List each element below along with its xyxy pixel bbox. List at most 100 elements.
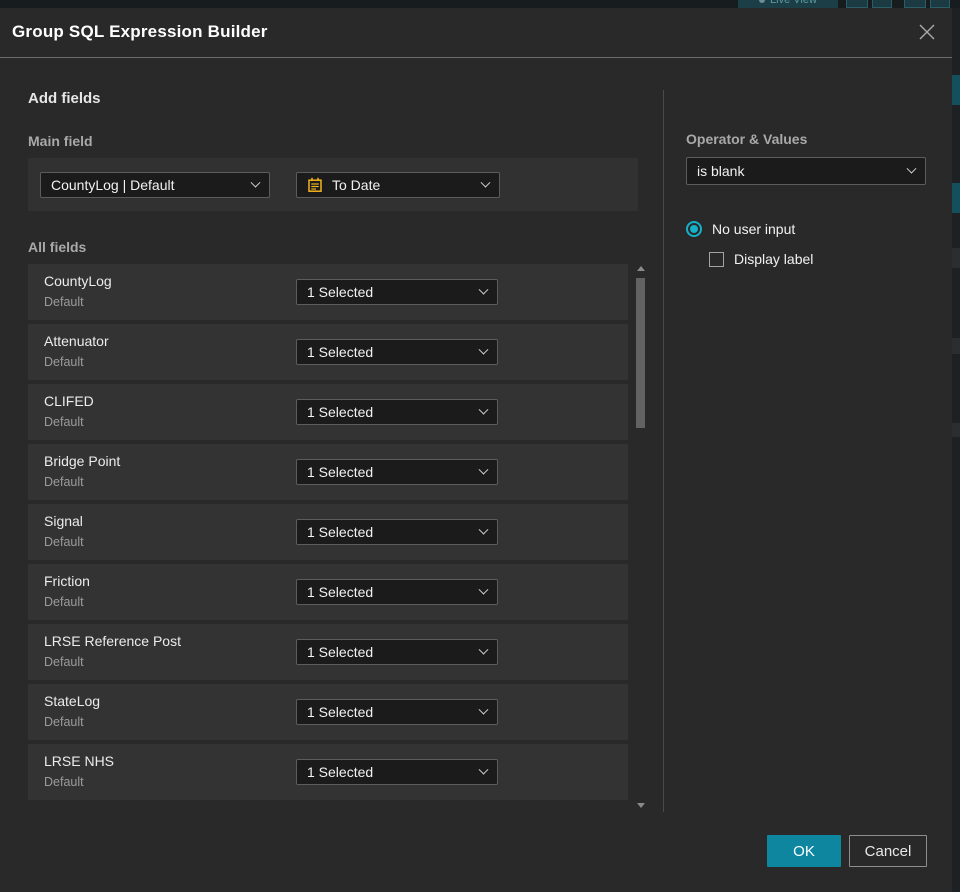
- main-field-select[interactable]: CountyLog | Default: [40, 172, 270, 198]
- field-row-selected-dropdown[interactable]: 1 Selected: [296, 279, 498, 305]
- field-row-selected-dropdown[interactable]: 1 Selected: [296, 639, 498, 665]
- all-fields-list: CountyLog Default 1 Selected Attenuator …: [28, 264, 628, 804]
- field-row-subtitle: Default: [44, 535, 84, 549]
- close-button[interactable]: [914, 19, 940, 45]
- background-app-edge: [952, 8, 960, 892]
- live-view-button[interactable]: Live View: [738, 0, 838, 8]
- main-field-select-value: CountyLog | Default: [51, 177, 175, 193]
- field-row-selected-value: 1 Selected: [307, 464, 374, 480]
- chevron-down-icon: [906, 163, 917, 174]
- calendar-icon: [308, 177, 322, 192]
- field-row-subtitle: Default: [44, 655, 84, 669]
- field-row: CLIFED Default 1 Selected: [28, 384, 628, 440]
- background-accent-block: [952, 183, 960, 213]
- cancel-button[interactable]: Cancel: [849, 835, 927, 867]
- field-row: Signal Default 1 Selected: [28, 504, 628, 560]
- field-row-selected-dropdown[interactable]: 1 Selected: [296, 759, 498, 785]
- field-row-name: CountyLog: [44, 273, 112, 289]
- checkbox-unchecked-icon: [709, 251, 724, 267]
- field-row: Friction Default 1 Selected: [28, 564, 628, 620]
- chevron-down-icon: [478, 764, 489, 775]
- titlebar-separator: [0, 57, 952, 58]
- chevron-down-icon: [480, 177, 491, 188]
- field-row-selected-value: 1 Selected: [307, 344, 374, 360]
- field-row-selected-value: 1 Selected: [307, 644, 374, 660]
- operator-values-label: Operator & Values: [686, 131, 808, 147]
- chevron-down-icon: [478, 524, 489, 535]
- chevron-down-icon: [250, 177, 261, 188]
- display-label-checkbox[interactable]: Display label: [709, 251, 813, 267]
- all-fields-label: All fields: [28, 239, 87, 255]
- field-row: CountyLog Default 1 Selected: [28, 264, 628, 320]
- field-row-subtitle: Default: [44, 295, 84, 309]
- main-field-panel: CountyLog | Default To Date: [28, 158, 638, 211]
- chevron-down-icon: [478, 464, 489, 475]
- scrollbar-up-arrow-icon[interactable]: [637, 266, 645, 271]
- ok-button[interactable]: OK: [767, 835, 841, 867]
- field-row: StateLog Default 1 Selected: [28, 684, 628, 740]
- operator-select-value: is blank: [697, 163, 745, 179]
- dialog-titlebar: Group SQL Expression Builder: [0, 8, 952, 57]
- field-row-selected-dropdown[interactable]: 1 Selected: [296, 459, 498, 485]
- background-accent-block: [952, 423, 960, 437]
- radio-selected-icon: [686, 221, 702, 237]
- dialog-title: Group SQL Expression Builder: [12, 22, 268, 41]
- field-row-selected-dropdown[interactable]: 1 Selected: [296, 579, 498, 605]
- field-row-subtitle: Default: [44, 415, 84, 429]
- close-icon: [919, 24, 935, 40]
- field-row-subtitle: Default: [44, 595, 84, 609]
- field-row-selected-dropdown[interactable]: 1 Selected: [296, 399, 498, 425]
- background-accent-block: [952, 248, 960, 268]
- background-toolbar-button: [846, 0, 868, 8]
- field-row: LRSE Reference Post Default 1 Selected: [28, 624, 628, 680]
- all-fields-scrollbar[interactable]: [635, 262, 647, 810]
- display-label-text: Display label: [734, 251, 814, 267]
- no-user-input-label: No user input: [712, 221, 796, 237]
- main-field-type-select[interactable]: To Date: [296, 172, 500, 198]
- field-row-subtitle: Default: [44, 355, 84, 369]
- field-row-name: CLIFED: [44, 393, 94, 409]
- column-divider: [663, 90, 664, 812]
- field-row-subtitle: Default: [44, 715, 84, 729]
- field-row-subtitle: Default: [44, 775, 84, 789]
- scrollbar-thumb[interactable]: [636, 278, 645, 428]
- field-row: LRSE NHS Default 1 Selected: [28, 744, 628, 800]
- field-row-selected-value: 1 Selected: [307, 524, 374, 540]
- field-row-selected-value: 1 Selected: [307, 584, 374, 600]
- background-toolbar-button: [904, 0, 926, 8]
- field-row: Attenuator Default 1 Selected: [28, 324, 628, 380]
- live-view-label: Live View: [770, 0, 817, 6]
- field-row-name: LRSE Reference Post: [44, 633, 181, 649]
- chevron-down-icon: [478, 584, 489, 595]
- operator-select[interactable]: is blank: [686, 157, 926, 185]
- chevron-down-icon: [478, 644, 489, 655]
- field-row-name: StateLog: [44, 693, 101, 709]
- field-row-subtitle: Default: [44, 475, 84, 489]
- background-app-strip: Live View: [0, 0, 960, 8]
- field-row-selected-value: 1 Selected: [307, 704, 374, 720]
- background-accent-block: [952, 338, 960, 354]
- add-fields-heading: Add fields: [28, 90, 101, 107]
- background-toolbar-button: [872, 0, 892, 8]
- background-accent-block: [952, 75, 960, 105]
- background-toolbar-button: [930, 0, 950, 8]
- chevron-down-icon: [478, 344, 489, 355]
- field-row-selected-value: 1 Selected: [307, 404, 374, 420]
- live-view-dot-icon: [759, 0, 766, 4]
- field-row-name: Friction: [44, 573, 90, 589]
- no-user-input-radio[interactable]: No user input: [686, 221, 795, 237]
- field-row-selected-dropdown[interactable]: 1 Selected: [296, 339, 498, 365]
- field-row-name: Attenuator: [44, 333, 109, 349]
- field-row-name: Bridge Point: [44, 453, 121, 469]
- scrollbar-down-arrow-icon[interactable]: [637, 803, 645, 808]
- group-sql-expression-builder-dialog: Group SQL Expression Builder Add fields …: [0, 8, 952, 892]
- field-row-name: Signal: [44, 513, 83, 529]
- field-row-selected-dropdown[interactable]: 1 Selected: [296, 699, 498, 725]
- chevron-down-icon: [478, 704, 489, 715]
- screen: Live View Group SQL Expression Builder A…: [0, 0, 960, 892]
- field-row: Bridge Point Default 1 Selected: [28, 444, 628, 500]
- chevron-down-icon: [478, 404, 489, 415]
- field-row-selected-dropdown[interactable]: 1 Selected: [296, 519, 498, 545]
- chevron-down-icon: [478, 284, 489, 295]
- field-row-selected-value: 1 Selected: [307, 764, 374, 780]
